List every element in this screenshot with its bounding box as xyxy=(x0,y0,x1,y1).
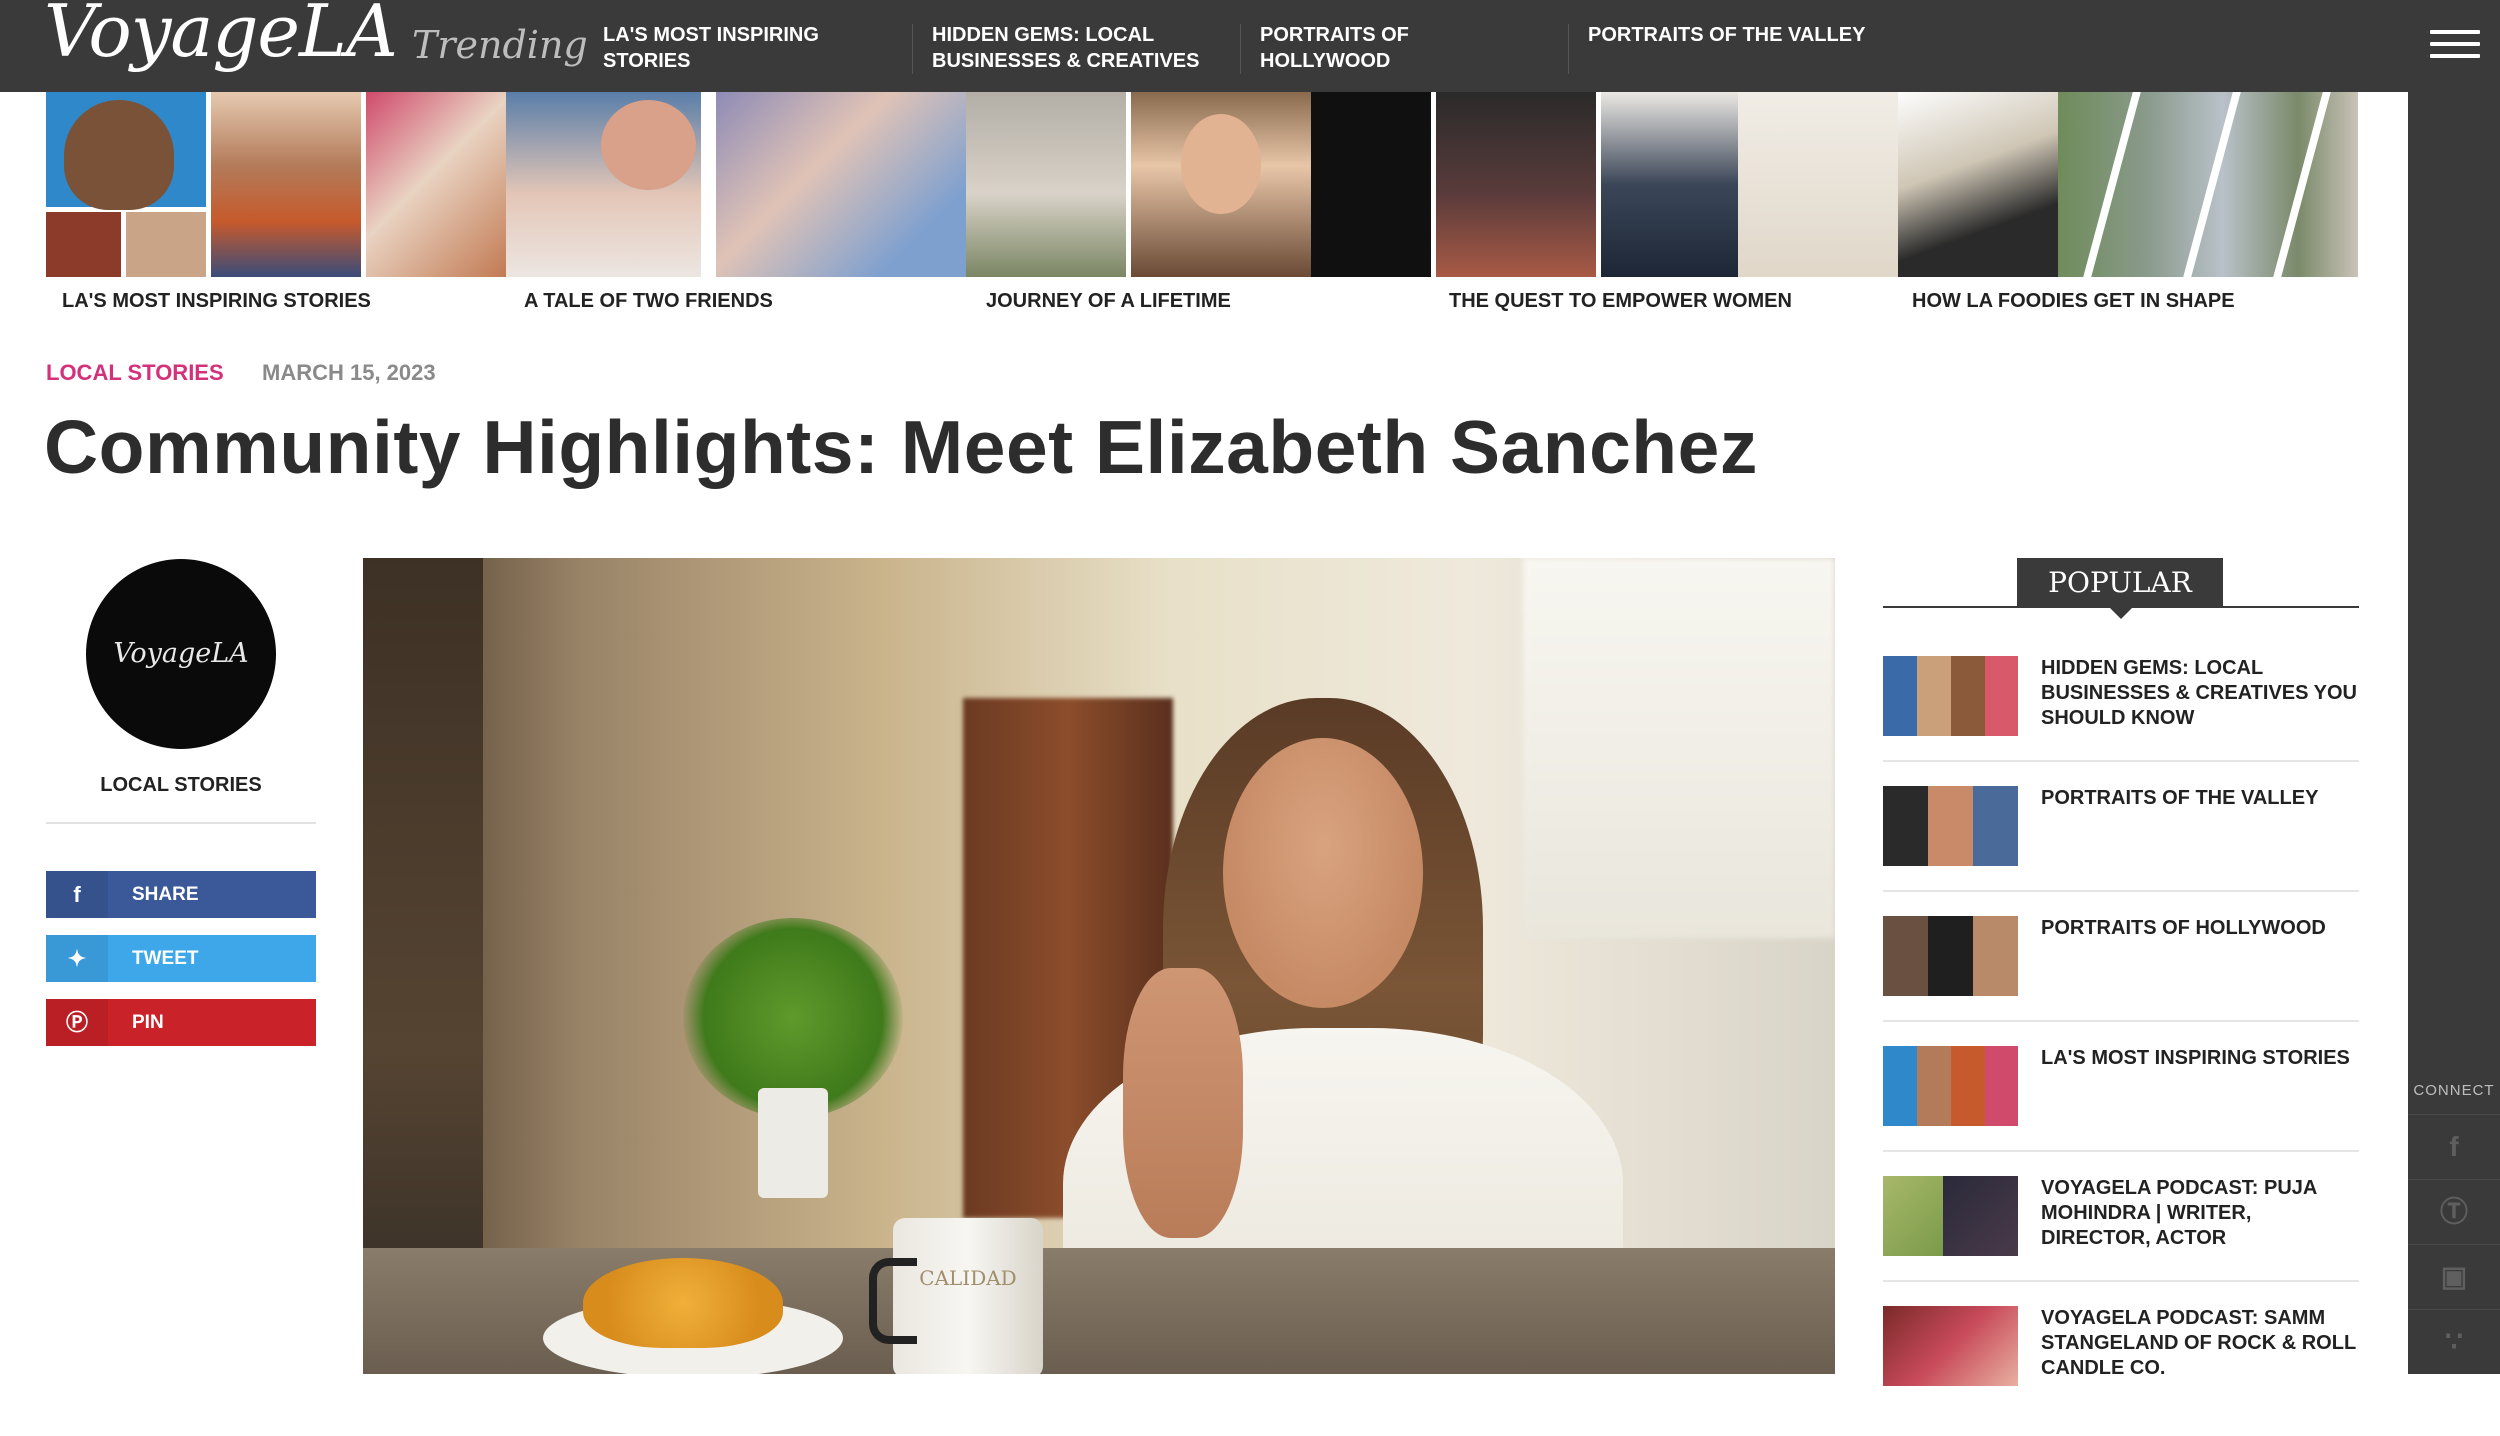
top-bar: VoyageLA Trending LA'S MOST INSPIRING ST… xyxy=(0,0,2500,92)
trending-image-inspiring-stories[interactable] xyxy=(46,92,506,277)
top-nav-divider xyxy=(912,24,913,74)
popular-item[interactable]: VOYAGELA PODCAST: PUJA MOHINDRA | WRITER… xyxy=(1883,1176,2359,1306)
divider xyxy=(1883,760,2359,762)
popular-thumbnail[interactable] xyxy=(1883,916,2018,996)
trending-label-empower-women[interactable]: THE QUEST TO EMPOWER WOMEN xyxy=(1449,290,1792,313)
pinterest-icon: Ⓟ xyxy=(46,999,108,1046)
pinterest-icon[interactable]: Ⓣ xyxy=(2408,1179,2500,1244)
pinterest-pin-label: PIN xyxy=(132,1012,164,1033)
popular-item[interactable]: LA'S MOST INSPIRING STORIES xyxy=(1883,1046,2359,1176)
popular-thumbnail[interactable] xyxy=(1883,1176,2018,1256)
popular-item-title[interactable]: HIDDEN GEMS: LOCAL BUSINESSES & CREATIVE… xyxy=(2041,656,2359,731)
top-nav-divider xyxy=(1568,24,1569,74)
trending-image-tale-of-two-friends[interactable] xyxy=(506,92,966,277)
author-label[interactable]: LOCAL STORIES xyxy=(46,774,316,797)
trending-label: Trending xyxy=(412,23,588,67)
popular-thumbnail[interactable] xyxy=(1883,656,2018,736)
trending-image-journey-of-a-lifetime[interactable] xyxy=(966,92,1311,277)
article-category[interactable]: LOCAL STORIES xyxy=(46,360,224,386)
divider xyxy=(1883,1020,2359,1022)
pinterest-pin-button[interactable]: Ⓟ PIN xyxy=(46,999,316,1046)
divider xyxy=(1883,890,2359,892)
author-avatar[interactable]: VoyageLA xyxy=(86,559,276,749)
twitter-tweet-button[interactable]: ✦ TWEET xyxy=(46,935,316,982)
popular-item-title[interactable]: VOYAGELA PODCAST: PUJA MOHINDRA | WRITER… xyxy=(2041,1176,2359,1251)
connect-label: CONNECT xyxy=(2413,1082,2495,1099)
trending-label-inspiring-stories[interactable]: LA'S MOST INSPIRING STORIES xyxy=(62,290,371,313)
popular-item-title[interactable]: LA'S MOST INSPIRING STORIES xyxy=(2041,1046,2359,1071)
hamburger-menu-icon[interactable] xyxy=(2430,30,2480,62)
top-nav-hidden-gems[interactable]: HIDDEN GEMS: LOCAL BUSINESSES & CREATIVE… xyxy=(932,22,1232,74)
rss-icon[interactable]: ∵ xyxy=(2408,1309,2500,1374)
trending-image-quest-to-empower-women[interactable] xyxy=(1311,92,1738,277)
popular-item-title[interactable]: PORTRAITS OF HOLLYWOOD xyxy=(2041,916,2359,941)
divider xyxy=(1883,1150,2359,1152)
popular-item[interactable]: PORTRAITS OF HOLLYWOOD xyxy=(1883,916,2359,1046)
top-nav-inspiring-stories[interactable]: LA'S MOST INSPIRING STORIES xyxy=(603,22,903,74)
top-nav-divider xyxy=(1240,24,1241,74)
divider xyxy=(46,822,316,824)
site-logo[interactable]: VoyageLA xyxy=(44,0,398,76)
facebook-icon[interactable]: f xyxy=(2408,1114,2500,1179)
hero-photo: CALIDAD xyxy=(363,558,1835,1374)
connect-rail: CONNECT f Ⓣ ▣ ∵ xyxy=(2408,92,2500,1374)
popular-heading-notch xyxy=(2108,606,2134,619)
popular-item[interactable]: PORTRAITS OF THE VALLEY xyxy=(1883,786,2359,916)
popular-heading: POPULAR xyxy=(2017,558,2223,608)
trending-image-la-foodies-shape[interactable] xyxy=(1738,92,2358,277)
trending-label-journey-of-a-lifetime[interactable]: JOURNEY OF A LIFETIME xyxy=(986,290,1231,313)
trending-label-la-foodies[interactable]: HOW LA FOODIES GET IN SHAPE xyxy=(1912,290,2235,313)
divider xyxy=(1883,1280,2359,1282)
facebook-share-button[interactable]: f SHARE xyxy=(46,871,316,918)
page-title: Community Highlights: Meet Elizabeth San… xyxy=(44,405,1758,489)
popular-thumbnail[interactable] xyxy=(1883,1046,2018,1126)
twitter-tweet-label: TWEET xyxy=(132,948,199,969)
popular-thumbnail[interactable] xyxy=(1883,1306,2018,1386)
facebook-icon: f xyxy=(46,871,108,918)
popular-item-title[interactable]: VOYAGELA PODCAST: SAMM STANGELAND OF ROC… xyxy=(2041,1306,2359,1381)
article-date: MARCH 15, 2023 xyxy=(262,360,436,385)
top-nav-portraits-valley[interactable]: PORTRAITS OF THE VALLEY xyxy=(1588,22,1988,48)
instagram-icon[interactable]: ▣ xyxy=(2408,1244,2500,1309)
facebook-share-label: SHARE xyxy=(132,884,199,905)
popular-item-title[interactable]: PORTRAITS OF THE VALLEY xyxy=(2041,786,2359,811)
top-nav-portraits-hollywood[interactable]: PORTRAITS OF HOLLYWOOD xyxy=(1260,22,1460,74)
popular-item[interactable]: HIDDEN GEMS: LOCAL BUSINESSES & CREATIVE… xyxy=(1883,656,2359,786)
popular-thumbnail[interactable] xyxy=(1883,786,2018,866)
popular-item[interactable]: VOYAGELA PODCAST: SAMM STANGELAND OF ROC… xyxy=(1883,1306,2359,1436)
twitter-bird-icon: ✦ xyxy=(46,935,108,982)
trending-label-tale-of-two-friends[interactable]: A TALE OF TWO FRIENDS xyxy=(524,290,773,313)
